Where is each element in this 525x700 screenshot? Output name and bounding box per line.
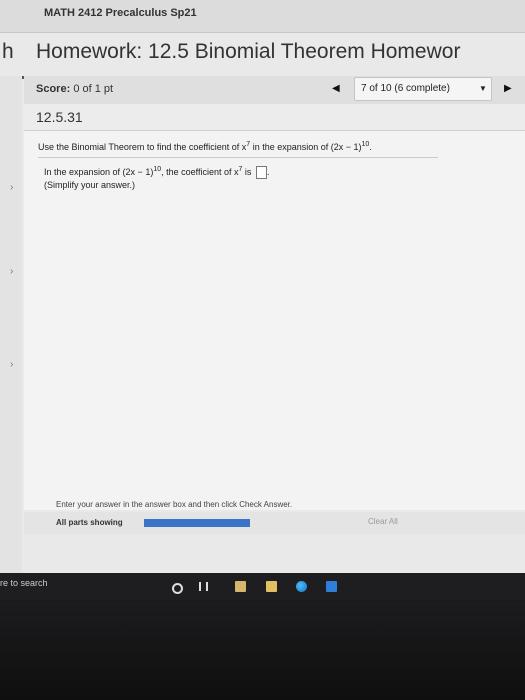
mail-icon[interactable] [326,581,337,592]
prompt-text: In the expansion of (2x − 1) [44,167,154,177]
score-bar: Score: 0 of 1 pt ◀ 7 of 10 (6 complete) … [24,76,525,105]
chevron-right-icon[interactable]: › [10,359,13,370]
simplify-hint: (Simplify your answer.) [44,180,136,190]
enter-answer-instruction: Enter your answer in the answer box and … [56,500,293,509]
question-navigator-dropdown[interactable]: 7 of 10 (6 complete) ▼ [354,77,492,101]
question-instruction: Use the Binomial Theorem to find the coe… [38,141,438,158]
answer-input[interactable] [255,166,267,180]
clear-all-button[interactable]: Clear All [368,517,398,526]
cortana-icon[interactable] [172,583,183,594]
browser-screen: MATH 2412 Precalculus Sp21 h Homework: 1… [0,0,525,600]
prompt-text-2: , the coefficient of x [161,167,239,177]
question-number-bar: 12.5.31 [24,104,525,131]
calendar-icon[interactable] [235,581,246,592]
homework-left-letter: h [2,40,14,63]
chevron-right-icon[interactable]: › [10,266,13,277]
prompt-text-3: is [242,167,252,177]
parts-progress-fill [144,519,250,527]
chevron-right-icon[interactable]: › [10,182,13,193]
prompt-period: . [266,167,270,177]
next-question-icon[interactable]: ▶ [504,83,512,94]
monitor-bezel [0,601,525,700]
edge-icon[interactable] [296,581,307,592]
question-prompt: In the expansion of (2x − 1)10, the coef… [44,166,270,180]
windows-taskbar: re to search [0,573,525,600]
question-number: 12.5.31 [36,109,83,125]
homework-header: h Homework: 12.5 Binomial Theorem Homewo… [0,36,525,79]
course-title: MATH 2412 Precalculus Sp21 [44,7,197,19]
score-display: Score: 0 of 1 pt [36,83,113,95]
footer-bar: All parts showing Clear All [24,512,525,534]
instruction-text: Use the Binomial Theorem to find the coe… [38,142,247,152]
score-value: 0 of 1 pt [73,83,114,95]
triangle-down-icon: ▼ [479,84,487,93]
prompt-power: 10 [153,166,162,173]
homework-title: Homework: 12.5 Binomial Theorem Homewor [36,40,461,63]
question-area: Use the Binomial Theorem to find the coe… [24,131,525,510]
parts-progress-bar [144,519,250,527]
instruction-text-2: in the expansion of (2x − 1) [250,142,362,152]
instruction-end: . [369,142,372,152]
score-label: Score: [36,83,71,95]
question-status: 7 of 10 (6 complete) [361,83,450,94]
taskbar-search[interactable]: re to search [0,578,48,588]
task-view-icon[interactable] [199,582,208,591]
left-gutter: › › › [0,76,22,600]
previous-question-icon[interactable]: ◀ [332,83,340,94]
course-header: MATH 2412 Precalculus Sp21 [0,0,525,33]
parts-showing-label: All parts showing [56,518,123,527]
file-explorer-icon[interactable] [266,581,277,592]
